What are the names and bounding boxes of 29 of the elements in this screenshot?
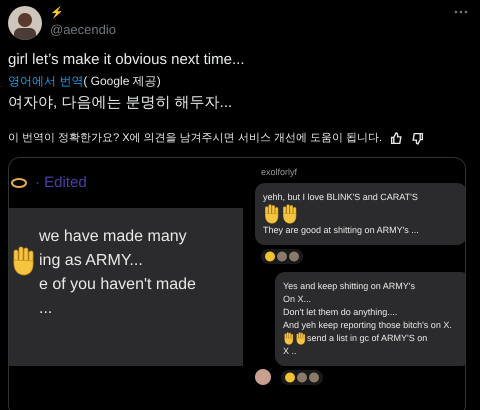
message-line: send a list in gc of ARMY'S on: [307, 332, 428, 345]
message-line: yehh, but I love BLINK'S and CARAT'S: [263, 191, 419, 204]
tweet-text: girl let’s make it obvious next time...: [8, 50, 246, 70]
thumbs-down-icon[interactable]: [411, 132, 424, 145]
reactions-drawing: [261, 249, 303, 264]
display-name[interactable]: ⚡: [50, 6, 116, 20]
feedback-question: 이 번역이 정확한가요? X에 의견을 남겨주시면 서비스 개선에 도움이 됩니다.: [8, 131, 382, 146]
avatar-icon: [255, 369, 271, 385]
avatar[interactable]: [8, 6, 42, 40]
translation-provider: ( Google 제공): [83, 73, 161, 90]
message-line: X ..: [283, 345, 297, 358]
translation-link[interactable]: 영어에서 번역: [8, 72, 84, 90]
message-line: And yeh keep reporting those bitch's on X.: [283, 319, 452, 332]
media-image[interactable]: [8, 156, 466, 410]
message-line: ...: [39, 299, 54, 319]
thumbs-up-icon[interactable]: [390, 132, 404, 145]
message-line: e of you haven't made: [39, 275, 196, 295]
user-handle[interactable]: @aecendio: [50, 20, 116, 40]
more-icon[interactable]: [454, 10, 468, 14]
message-line: On X...: [283, 293, 312, 306]
message-line: Don't let them do anything....: [283, 306, 398, 319]
message-line: Yes and keep shitting on ARMY's: [283, 280, 415, 293]
translated-text: 여자야, 다음에는 분명히 해두자...: [8, 93, 234, 113]
edited-label: · Edited: [35, 172, 87, 192]
chat-username: exolforlyf: [261, 166, 298, 179]
message-line: They are good at shitting on ARMY's ...: [263, 224, 420, 237]
message-line: we have made many: [39, 227, 188, 247]
reactions-drawing: [281, 370, 323, 385]
message-line: ing as ARMY...: [39, 251, 144, 271]
